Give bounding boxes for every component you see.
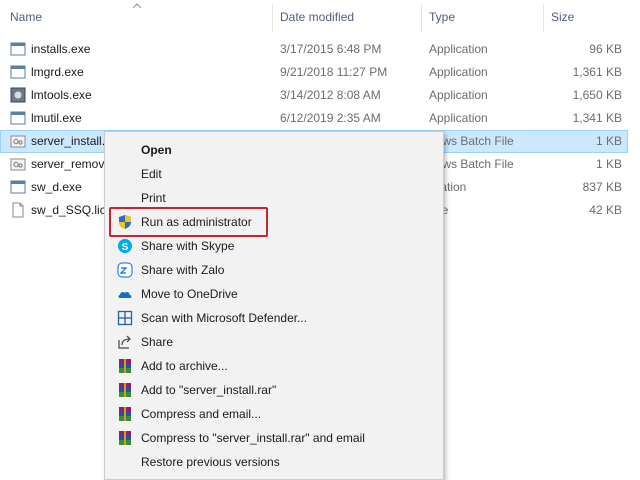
file-date: 6/12/2019 2:35 AM [280, 111, 381, 125]
menu-item-label: Add to archive... [141, 359, 228, 373]
menu-item-label: Share [141, 335, 174, 349]
menu-item-label: Add to "server_install.rar" [141, 383, 277, 397]
file-date: 9/21/2018 11:27 PM [280, 65, 388, 79]
file-name: sw_d_SSQ.lic [31, 203, 106, 217]
column-divider[interactable] [272, 4, 273, 32]
menu-item-open[interactable]: Open [105, 138, 443, 162]
file-size: 1 KB [595, 157, 622, 171]
menu-item-label: Print [141, 191, 166, 205]
document-icon [12, 202, 24, 218]
file-name: lmgrd.exe [31, 65, 84, 79]
batch-file-icon [10, 158, 26, 171]
file-date: 3/17/2015 6:48 PM [280, 42, 382, 56]
file-row[interactable]: lmutil.exe 6/12/2019 2:35 AM Application… [0, 107, 628, 130]
application-icon [10, 180, 26, 194]
file-size: 1,650 KB [572, 88, 622, 102]
winrar-icon [119, 431, 131, 445]
menu-item-share[interactable]: Share [105, 330, 443, 354]
column-size[interactable]: Size [551, 10, 574, 24]
file-type: Application [429, 42, 488, 56]
column-name[interactable]: Name [10, 10, 42, 24]
file-size: 1,341 KB [572, 111, 622, 125]
defender-icon [117, 310, 133, 326]
winrar-icon [119, 407, 131, 421]
file-type: Application [429, 111, 488, 125]
menu-item-add-to-rar[interactable]: Add to "server_install.rar" [105, 378, 443, 402]
menu-item-label: Restore previous versions [141, 455, 280, 469]
sort-ascending-icon [132, 3, 142, 9]
file-row[interactable]: installs.exe 3/17/2015 6:48 PM Applicati… [0, 38, 628, 61]
file-size: 96 KB [589, 42, 622, 56]
column-type[interactable]: Type [429, 10, 455, 24]
file-name: lmtools.exe [31, 88, 92, 102]
batch-file-icon [10, 135, 26, 148]
menu-item-label: Open [141, 143, 172, 157]
menu-item-label: Edit [141, 167, 162, 181]
menu-item-label: Move to OneDrive [141, 287, 238, 301]
tools-app-icon [10, 87, 26, 103]
file-size: 1 KB [595, 134, 622, 148]
menu-item-scan-with-defender[interactable]: Scan with Microsoft Defender... [105, 306, 443, 330]
file-name: sw_d.exe [31, 180, 82, 194]
file-type: Application [429, 88, 488, 102]
onedrive-icon [118, 291, 132, 298]
application-icon [10, 42, 26, 56]
application-icon [10, 111, 26, 125]
menu-item-compress-and-email[interactable]: Compress and email... [105, 402, 443, 426]
file-name: lmutil.exe [31, 111, 82, 125]
zalo-icon [117, 262, 133, 278]
file-size: 1,361 KB [572, 65, 622, 79]
context-menu: Open Edit Print Run as administrator S S… [104, 131, 444, 480]
menu-item-edit[interactable]: Edit [105, 162, 443, 186]
application-icon [10, 65, 26, 79]
file-row[interactable]: lmtools.exe 3/14/2012 8:08 AM Applicatio… [0, 84, 628, 107]
menu-item-label: Scan with Microsoft Defender... [141, 311, 308, 325]
menu-item-compress-to-rar-and-email[interactable]: Compress to "server_install.rar" and ema… [105, 426, 443, 450]
file-name: server_remov [31, 157, 105, 171]
column-header: Name Date modified Type Size [0, 0, 640, 36]
menu-item-label: Compress and email... [141, 407, 262, 421]
file-type: Application [429, 65, 488, 79]
file-date: 3/14/2012 8:08 AM [280, 88, 381, 102]
column-divider[interactable] [543, 4, 544, 32]
file-size: 42 KB [589, 203, 622, 217]
winrar-icon [119, 383, 131, 397]
file-name: server_install. [31, 134, 106, 148]
menu-item-label: Compress to "server_install.rar" and ema… [141, 431, 365, 445]
winrar-icon [119, 359, 131, 373]
skype-icon: S [118, 239, 132, 253]
menu-item-move-to-onedrive[interactable]: Move to OneDrive [105, 282, 443, 306]
menu-item-share-with-zalo[interactable]: Share with Zalo [105, 258, 443, 282]
file-row[interactable]: lmgrd.exe 9/21/2018 11:27 PM Application… [0, 61, 628, 84]
file-size: 837 KB [582, 180, 622, 194]
share-icon [118, 335, 131, 349]
menu-item-restore-previous-versions[interactable]: Restore previous versions [105, 450, 443, 474]
menu-item-label: Share with Zalo [141, 263, 225, 277]
menu-item-share-with-skype[interactable]: S Share with Skype [105, 234, 443, 258]
svg-text:S: S [122, 242, 129, 253]
menu-item-add-to-archive[interactable]: Add to archive... [105, 354, 443, 378]
column-date-modified[interactable]: Date modified [280, 10, 354, 24]
file-name: installs.exe [31, 42, 91, 56]
menu-item-label: Share with Skype [141, 239, 235, 253]
column-divider[interactable] [421, 4, 422, 32]
annotation-highlight-box [109, 207, 268, 237]
